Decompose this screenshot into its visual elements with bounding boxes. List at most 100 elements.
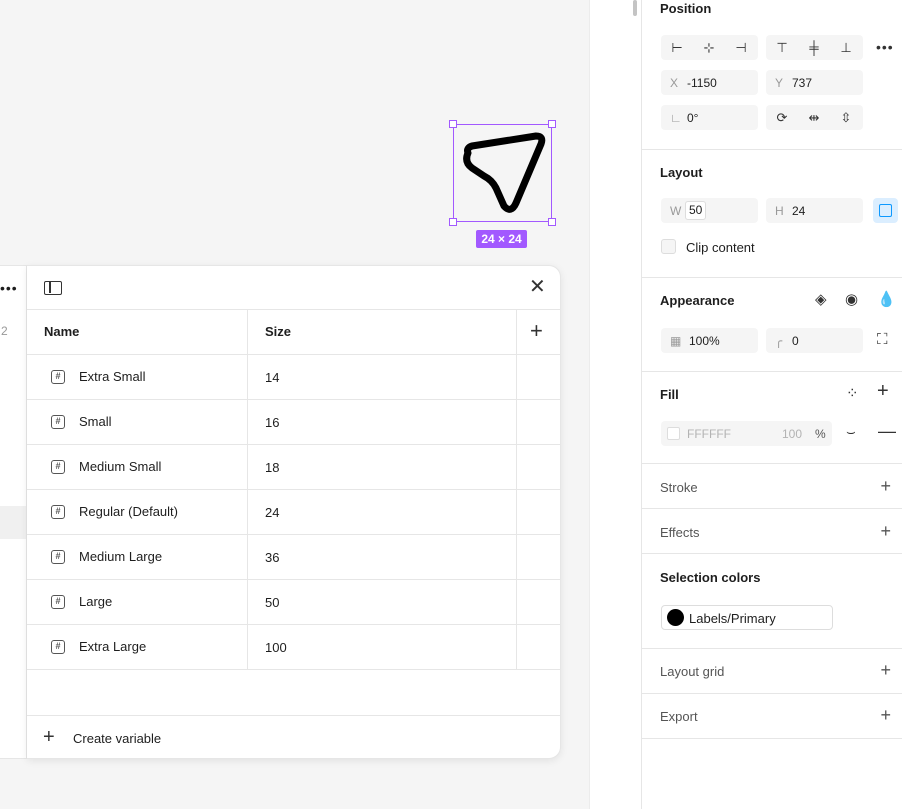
resize-handle-top-right[interactable]: [548, 120, 556, 128]
variable-name[interactable]: Extra Small: [79, 369, 145, 384]
variable-value[interactable]: 24: [265, 505, 279, 520]
table-row[interactable]: # Regular (Default) 24: [27, 490, 560, 535]
create-variable-button[interactable]: + Create variable: [27, 715, 560, 758]
opacity-field[interactable]: ▦ 100%: [661, 328, 758, 353]
plus-icon: +: [43, 726, 55, 748]
height-field[interactable]: H 24: [766, 198, 863, 223]
variable-value[interactable]: 50: [265, 595, 279, 610]
add-export-icon[interactable]: +: [880, 706, 891, 724]
variable-name[interactable]: Extra Large: [79, 639, 146, 654]
variable-value[interactable]: 100: [265, 640, 287, 655]
table-row[interactable]: # Medium Small 18: [27, 445, 560, 490]
align-bottom-icon[interactable]: ⊥: [830, 35, 862, 60]
corner-radius-value: 0: [792, 334, 799, 348]
corner-radius-field[interactable]: ╭ 0: [766, 328, 863, 353]
add-stroke-icon[interactable]: +: [880, 477, 891, 495]
column-header-size[interactable]: Size: [265, 324, 291, 339]
canvas[interactable]: 24 × 24 ••• 2 ✕ Name Size + # Extra Small…: [0, 0, 589, 809]
number-variable-icon: #: [51, 460, 65, 474]
number-variable-icon: #: [51, 550, 65, 564]
fill-color-field[interactable]: FFFFFF 100 %: [661, 421, 832, 446]
section-title-position: Position: [660, 1, 712, 16]
size-badge: 24 × 24: [476, 230, 527, 248]
add-layout-grid-icon[interactable]: +: [880, 661, 891, 679]
eye-icon[interactable]: ◉: [845, 292, 858, 308]
fill-swatch[interactable]: [667, 427, 680, 440]
table-row[interactable]: # Extra Large 100: [27, 625, 560, 670]
table-row[interactable]: # Medium Large 36: [27, 535, 560, 580]
variable-name[interactable]: Large: [79, 594, 112, 609]
h-value: 24: [792, 204, 806, 218]
section-title-fill: Fill: [660, 387, 679, 402]
resize-handle-bottom-left[interactable]: [449, 218, 457, 226]
opacity-icon: ▦: [670, 334, 682, 348]
selection-color-name: Labels/Primary: [689, 611, 776, 626]
styles-grid-icon[interactable]: ⁘: [846, 386, 859, 402]
table-row[interactable]: # Extra Small 14: [27, 355, 560, 400]
resize-handle-top-left[interactable]: [449, 120, 457, 128]
flip-horizontal-icon[interactable]: ⇹: [798, 105, 830, 130]
section-title-stroke: Stroke: [660, 480, 698, 495]
add-mode-icon[interactable]: +: [530, 318, 543, 344]
align-right-icon[interactable]: ⊣: [725, 35, 757, 60]
section-title-layout-grid: Layout grid: [660, 664, 725, 679]
close-icon[interactable]: ✕: [529, 277, 546, 297]
table-row[interactable]: # Large 50: [27, 580, 560, 625]
variable-name[interactable]: Medium Large: [79, 549, 162, 564]
variable-value[interactable]: 18: [265, 460, 279, 475]
effects-section[interactable]: Effects +: [642, 509, 902, 554]
table-header: Name Size +: [27, 310, 560, 355]
variable-value[interactable]: 14: [265, 370, 279, 385]
remove-fill-icon[interactable]: —: [878, 422, 896, 440]
align-center-v-icon[interactable]: ╪: [798, 35, 830, 60]
section-title-appearance: Appearance: [660, 293, 735, 308]
collection-item-selected[interactable]: [0, 506, 26, 539]
layout-grid-section[interactable]: Layout grid +: [642, 649, 902, 694]
appearance-section: Appearance ◈ ◉ 💧 ▦ 100% ╭ 0 ⛶: [642, 278, 902, 372]
align-left-icon[interactable]: ⊢: [661, 35, 693, 60]
y-label: Y: [775, 76, 784, 90]
variable-name[interactable]: Medium Small: [79, 459, 161, 474]
x-position-field[interactable]: X -1150: [661, 70, 758, 95]
blend-mode-icon[interactable]: 💧: [877, 292, 896, 308]
clip-content-checkbox[interactable]: [661, 239, 676, 254]
add-fill-icon[interactable]: +: [877, 381, 889, 401]
align-top-icon[interactable]: ⊤: [766, 35, 798, 60]
section-title-layout: Layout: [660, 165, 703, 180]
variable-name[interactable]: Small: [79, 414, 112, 429]
y-position-field[interactable]: Y 737: [766, 70, 863, 95]
constrain-proportions-button[interactable]: [873, 198, 898, 223]
w-value: 50: [685, 201, 707, 220]
resize-icon: [879, 204, 892, 217]
more-icon[interactable]: •••: [0, 280, 18, 296]
flip-vertical-icon[interactable]: ⇳: [830, 105, 862, 130]
table-row[interactable]: # Small 16: [27, 400, 560, 445]
variables-panel: ✕ Name Size + # Extra Small 14 # Small 16 …: [27, 265, 561, 759]
width-field[interactable]: W 50: [661, 198, 758, 223]
column-header-name[interactable]: Name: [44, 324, 79, 339]
resize-handle-bottom-right[interactable]: [548, 218, 556, 226]
stroke-section[interactable]: Stroke +: [642, 464, 902, 509]
rotate-90-icon[interactable]: ⟳: [766, 105, 798, 130]
rotation-field[interactable]: ∟ 0°: [661, 105, 758, 130]
canvas-scrollbar-thumb[interactable]: [633, 0, 637, 16]
section-title-effects: Effects: [660, 525, 700, 540]
align-center-h-icon[interactable]: ⊹: [693, 35, 725, 60]
independent-corners-icon[interactable]: ⛶: [877, 332, 888, 348]
layout-section: Layout W 50 H 24 Clip content: [642, 150, 902, 278]
opacity-value: 100%: [689, 334, 720, 348]
variable-name[interactable]: Regular (Default): [79, 504, 178, 519]
selection-box[interactable]: [449, 120, 556, 226]
variable-value[interactable]: 36: [265, 550, 279, 565]
selection-colors-section: Selection colors Labels/Primary: [642, 554, 902, 649]
add-effect-icon[interactable]: +: [880, 522, 891, 540]
fill-opacity-value[interactable]: 100: [782, 427, 802, 441]
h-label: H: [775, 204, 784, 218]
more-options-icon[interactable]: •••: [876, 39, 894, 55]
sidebar-toggle-icon[interactable]: [44, 281, 62, 295]
variable-mode-icon[interactable]: ◈: [815, 292, 827, 308]
variable-value[interactable]: 16: [265, 415, 279, 430]
export-section[interactable]: Export +: [642, 694, 902, 739]
selection-color-item[interactable]: Labels/Primary: [661, 605, 833, 630]
hidden-eye-icon[interactable]: ⌣: [846, 425, 856, 441]
